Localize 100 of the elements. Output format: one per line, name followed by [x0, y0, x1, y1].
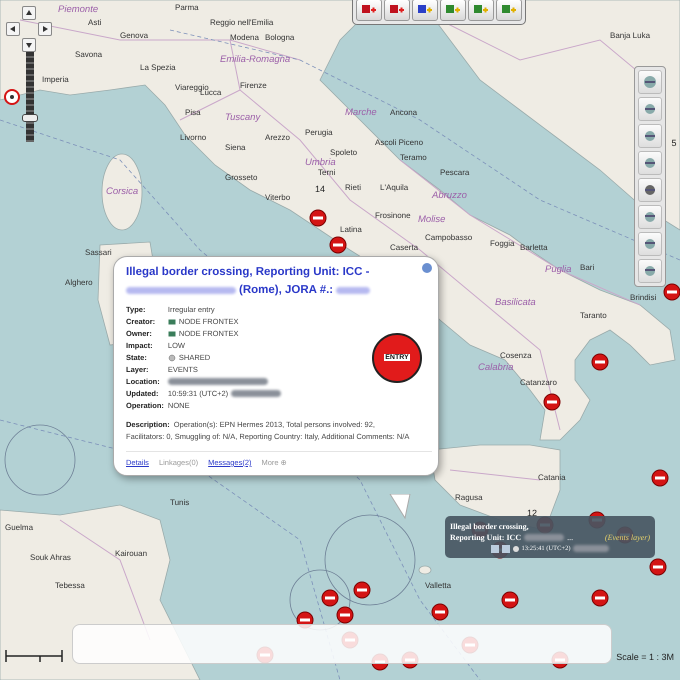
place-label: Barletta	[520, 243, 548, 252]
event-marker-icon[interactable]	[502, 592, 518, 608]
tooltip-title: Reporting Unit: ICC	[450, 532, 522, 543]
event-marker-icon[interactable]	[592, 354, 608, 370]
place-label: Teramo	[400, 153, 427, 162]
layer-tool-button[interactable]	[356, 0, 382, 21]
place-label: Tunis	[170, 498, 190, 507]
redacted-block	[231, 390, 282, 397]
place-label: Brindisi	[630, 293, 656, 302]
cluster-count: 12	[527, 508, 537, 518]
place-label: Parma	[175, 3, 199, 12]
caret-left-icon	[9, 25, 17, 33]
place-label: Reggio nell'Emilia	[210, 18, 274, 27]
place-label: Sassari	[85, 248, 112, 257]
place-label: Ragusa	[455, 493, 483, 502]
vehicle-button[interactable]	[638, 259, 662, 283]
cluster-count: 14	[315, 184, 325, 194]
place-label: Rieti	[345, 183, 362, 192]
pan-right-button[interactable]	[38, 22, 52, 36]
place-label: Ancona	[390, 108, 418, 117]
redacted-block	[573, 545, 610, 552]
place-label: Siena	[225, 143, 246, 152]
place-label: Basilicata	[495, 297, 536, 308]
layer-tool-button[interactable]	[496, 0, 522, 21]
globe-button[interactable]	[638, 178, 662, 202]
popup-title: Illegal border crossing, Reporting Unit: ICC -	[126, 265, 370, 280]
place-label: Cosenza	[500, 351, 532, 360]
ellipsis-text: ...	[567, 532, 574, 543]
caret-up-icon	[25, 9, 33, 17]
place-label: Calabria	[478, 362, 514, 373]
popup-title: (Rome), JORA #.:	[239, 283, 334, 298]
layers-button[interactable]	[638, 205, 662, 229]
place-label: Marche	[345, 107, 377, 118]
place-label: Piemonte	[58, 4, 98, 15]
place-label: Taranto	[580, 311, 607, 320]
event-marker-icon[interactable]	[354, 582, 370, 598]
event-marker-icon[interactable]	[652, 470, 668, 486]
cluster-count: 5	[672, 138, 676, 148]
layer-tool-button[interactable]	[412, 0, 438, 21]
place-label: Emilia-Romagna	[220, 54, 290, 65]
select-button[interactable]	[638, 151, 662, 175]
caret-down-icon	[25, 41, 33, 49]
zoom-out-button[interactable]	[638, 124, 662, 148]
place-label: Puglia	[545, 264, 572, 275]
place-label: Latina	[340, 225, 362, 234]
redacted-block	[336, 287, 370, 294]
place-label: Catanzaro	[520, 378, 557, 387]
place-label: Campobasso	[425, 233, 472, 242]
place-label: Souk Ahras	[30, 553, 71, 562]
place-label: Umbria	[305, 157, 336, 168]
place-label: Alghero	[65, 278, 93, 287]
place-label: Modena	[230, 33, 259, 42]
place-label: Genova	[120, 31, 148, 40]
zoom-slider-handle[interactable]	[22, 114, 38, 122]
place-label: Caserta	[390, 243, 418, 252]
place-label: Ascoli Piceno	[375, 138, 424, 147]
place-label: Pisa	[185, 108, 201, 117]
place-label: Foggia	[490, 239, 514, 248]
place-label: Corsica	[106, 186, 138, 197]
place-label: Pescara	[440, 168, 470, 177]
place-label: Livorno	[180, 133, 206, 142]
place-label: Tuscany	[225, 112, 260, 123]
event-marker-icon[interactable]	[432, 604, 448, 620]
place-label: Bologna	[265, 33, 294, 42]
pan-up-button[interactable]	[22, 6, 36, 20]
scale-label: Scale = 1 : 3M	[616, 652, 674, 662]
tooltip-title: Illegal border crossing,	[450, 521, 530, 532]
event-marker-icon[interactable]	[592, 590, 608, 606]
place-label: Banja Luka	[610, 31, 650, 40]
caret-right-icon	[41, 25, 49, 33]
pan-button[interactable]	[638, 70, 662, 94]
place-label: Spoleto	[330, 148, 358, 157]
pan-left-button[interactable]	[6, 22, 20, 36]
event-marker-icon[interactable]	[336, 606, 354, 624]
place-label: Abruzzo	[432, 190, 467, 201]
layer-tool-button[interactable]	[440, 0, 466, 21]
zoom-in-button[interactable]	[638, 97, 662, 121]
layer-label: (Events layer)	[604, 532, 650, 543]
layer-tool-button[interactable]	[384, 0, 410, 21]
event-marker-icon[interactable]	[330, 236, 346, 254]
warning-marker-icon[interactable]	[4, 89, 20, 105]
layer-tool-button[interactable]	[468, 0, 494, 21]
event-marker-icon[interactable]	[310, 210, 326, 226]
place-label: Grosseto	[225, 173, 258, 182]
pan-down-button[interactable]	[22, 38, 36, 52]
place-label: Kairouan	[115, 549, 148, 558]
close-button[interactable]	[422, 263, 432, 273]
place-label: Perugia	[305, 128, 333, 137]
event-marker-icon[interactable]	[650, 558, 666, 576]
place-label: L'Aquila	[380, 183, 408, 192]
event-marker-icon[interactable]	[664, 284, 680, 300]
place-label: Catania	[538, 473, 566, 482]
event-marker-icon[interactable]	[322, 590, 338, 606]
place-label: Arezzo	[265, 133, 290, 142]
place-label: Viareggio	[175, 83, 209, 92]
place-label: Firenze	[240, 81, 267, 90]
print-button[interactable]	[638, 232, 662, 256]
event-marker-icon[interactable]	[544, 394, 560, 410]
place-label: Viterbo	[265, 193, 290, 202]
place-label: Guelma	[5, 523, 34, 532]
